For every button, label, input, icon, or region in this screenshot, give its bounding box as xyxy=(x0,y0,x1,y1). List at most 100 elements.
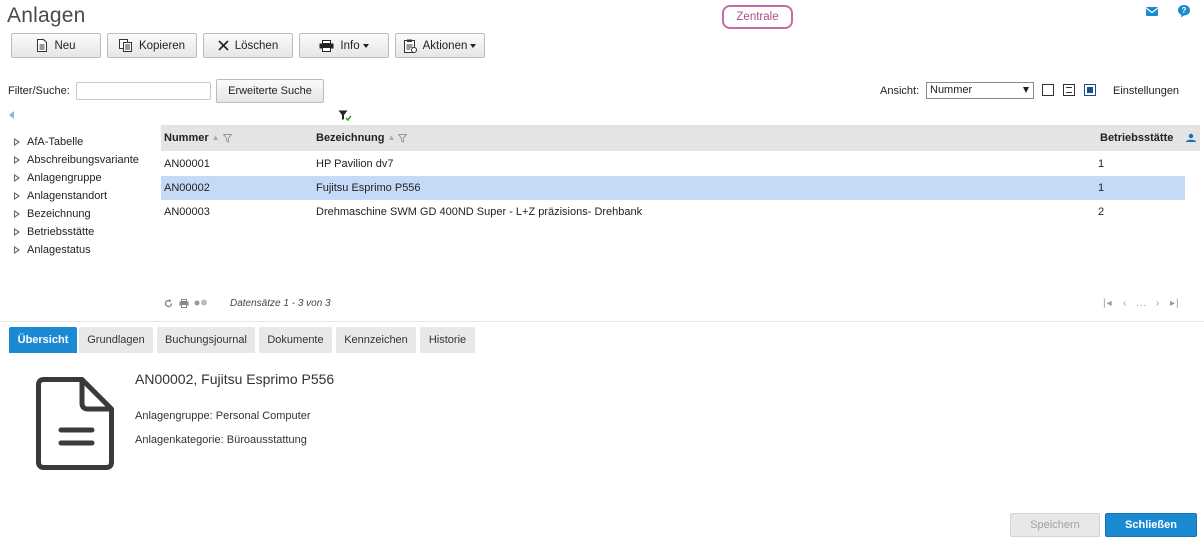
chevron-down-icon xyxy=(1023,87,1029,93)
column-header-number[interactable]: Nummer ▲ xyxy=(164,125,232,151)
detail-asset-group: Anlagengruppe: Personal Computer xyxy=(135,410,311,422)
cell-site: 1 xyxy=(1098,182,1105,194)
close-button[interactable]: Schließen xyxy=(1105,513,1197,537)
last-page-icon[interactable]: ▸| xyxy=(1170,298,1180,309)
cell-number: AN00003 xyxy=(164,206,210,218)
tree-item-label: Bezeichnung xyxy=(27,208,91,220)
expand-triangle-icon xyxy=(14,246,20,254)
table-row[interactable]: AN00003 Drehmaschine SWM GD 400ND Super … xyxy=(161,200,1185,224)
tree-item-abschreibungsvariante[interactable]: Abschreibungsvariante xyxy=(14,151,139,169)
document-icon xyxy=(36,377,114,470)
print-list-icon[interactable] xyxy=(179,299,189,308)
filter-active-icon[interactable] xyxy=(338,110,352,122)
cell-description: Drehmaschine SWM GD 400ND Super - L+Z pr… xyxy=(316,206,643,218)
tree-item-anlagestatus[interactable]: Anlagestatus xyxy=(14,241,139,259)
tenant-badge[interactable]: Zentrale xyxy=(722,5,793,29)
column-filter-icon[interactable] xyxy=(398,133,408,143)
tab-historie[interactable]: Historie xyxy=(420,327,475,353)
column-filter-icon[interactable] xyxy=(222,133,232,143)
section-divider xyxy=(0,321,1204,322)
copy-button[interactable]: Kopieren xyxy=(107,33,197,58)
page-title: Anlagen xyxy=(7,4,86,27)
tree-item-anlagenstandort[interactable]: Anlagenstandort xyxy=(14,187,139,205)
detail-asset-category: Anlagenkategorie: Büroausstattung xyxy=(135,434,307,446)
column-header-description[interactable]: Bezeichnung ▲ xyxy=(316,125,408,151)
mail-icon[interactable] xyxy=(1145,4,1159,18)
extended-search-button[interactable]: Erweiterte Suche xyxy=(216,79,324,103)
view-select-value: Nummer xyxy=(930,84,973,96)
settings-link[interactable]: Einstellungen xyxy=(1113,85,1179,97)
clipboard-icon xyxy=(403,39,417,53)
help-icon[interactable]: ? xyxy=(1177,4,1191,18)
layout-detail-icon[interactable] xyxy=(1084,84,1096,96)
tree-item-afa-tabelle[interactable]: AfA-Tabelle xyxy=(14,133,139,151)
new-document-icon xyxy=(37,39,48,52)
expand-triangle-icon xyxy=(14,138,20,146)
tab-dokumente[interactable]: Dokumente xyxy=(259,327,332,353)
tree-item-label: Betriebsstätte xyxy=(27,226,95,238)
cell-site: 2 xyxy=(1098,206,1105,218)
category-tree: AfA-Tabelle Abschreibungsvariante Anlage… xyxy=(14,133,139,259)
next-page-icon[interactable]: › xyxy=(1156,298,1160,309)
new-button[interactable]: Neu xyxy=(11,33,101,58)
column-header-site-label: Betriebsstätte xyxy=(1100,132,1174,144)
sort-icon: ▲ xyxy=(211,133,220,142)
column-header-number-label: Nummer xyxy=(164,132,209,144)
layout-split-icon[interactable] xyxy=(1063,84,1075,96)
actions-button-label: Aktionen xyxy=(422,39,468,52)
tree-item-label: AfA-Tabelle xyxy=(27,136,84,148)
tree-item-label: Anlagengruppe xyxy=(27,172,102,184)
collapse-panel-arrow-icon[interactable] xyxy=(9,111,14,119)
svg-text:?: ? xyxy=(1182,6,1187,15)
tree-item-betriebsstaette[interactable]: Betriebsstätte xyxy=(14,223,139,241)
column-chooser-icon[interactable] xyxy=(1185,133,1197,143)
new-button-label: Neu xyxy=(54,39,76,52)
cell-number: AN00002 xyxy=(164,182,210,194)
tree-item-label: Anlagenstandort xyxy=(27,190,108,202)
table-row-selected[interactable]: AN00002 Fujitsu Esprimo P556 1 xyxy=(161,176,1185,200)
actions-dropdown-caret-icon xyxy=(470,43,477,48)
first-page-icon[interactable]: |◂ xyxy=(1103,298,1113,309)
tab-buchungsjournal[interactable]: Buchungsjournal xyxy=(157,327,255,353)
info-button[interactable]: Info xyxy=(299,33,389,58)
filter-search-input[interactable] xyxy=(76,82,211,100)
column-header-site[interactable]: Betriebsstätte xyxy=(1100,125,1173,151)
tab-grundlagen[interactable]: Grundlagen xyxy=(79,327,153,353)
column-header-description-label: Bezeichnung xyxy=(316,132,385,144)
printer-icon xyxy=(319,39,334,52)
table-row[interactable]: AN00001 HP Pavilion dv7 1 xyxy=(161,152,1185,176)
layout-list-icon[interactable] xyxy=(1042,84,1054,96)
refresh-icon[interactable] xyxy=(164,299,173,308)
more-options-icon[interactable] xyxy=(194,299,208,307)
cell-description: HP Pavilion dv7 xyxy=(316,158,394,170)
expand-triangle-icon xyxy=(14,210,20,218)
tree-item-label: Abschreibungsvariante xyxy=(27,154,139,166)
info-button-label: Info xyxy=(340,39,360,52)
expand-triangle-icon xyxy=(14,156,20,164)
actions-button[interactable]: Aktionen xyxy=(395,33,485,58)
pager-info: Datensätze 1 - 3 von 3 xyxy=(230,298,331,309)
expand-triangle-icon xyxy=(14,174,20,182)
copy-icon xyxy=(118,39,132,52)
cell-site: 1 xyxy=(1098,158,1105,170)
save-button[interactable]: Speichern xyxy=(1010,513,1100,537)
delete-button[interactable]: Löschen xyxy=(203,33,293,58)
grid-header: Nummer ▲ Bezeichnung ▲ Betriebsstätte xyxy=(161,125,1200,151)
view-label: Ansicht: xyxy=(880,85,920,97)
expand-triangle-icon xyxy=(14,228,20,236)
tree-item-bezeichnung[interactable]: Bezeichnung xyxy=(14,205,139,223)
tab-kennzeichen[interactable]: Kennzeichen xyxy=(336,327,416,353)
tab-uebersicht[interactable]: Übersicht xyxy=(9,327,77,353)
detail-title: AN00002, Fujitsu Esprimo P556 xyxy=(135,371,335,387)
delete-x-icon xyxy=(218,40,229,51)
expand-triangle-icon xyxy=(14,192,20,200)
view-select[interactable]: Nummer xyxy=(926,82,1034,99)
info-dropdown-caret-icon xyxy=(362,43,369,48)
prev-page-icon[interactable]: ‹ xyxy=(1123,298,1127,309)
page-ellipsis: ... xyxy=(1136,298,1148,309)
copy-button-label: Kopieren xyxy=(138,39,186,52)
tree-item-anlagengruppe[interactable]: Anlagengruppe xyxy=(14,169,139,187)
sort-icon: ▲ xyxy=(387,133,396,142)
filter-label: Filter/Suche: xyxy=(8,85,70,97)
tree-item-label: Anlagestatus xyxy=(27,244,91,256)
